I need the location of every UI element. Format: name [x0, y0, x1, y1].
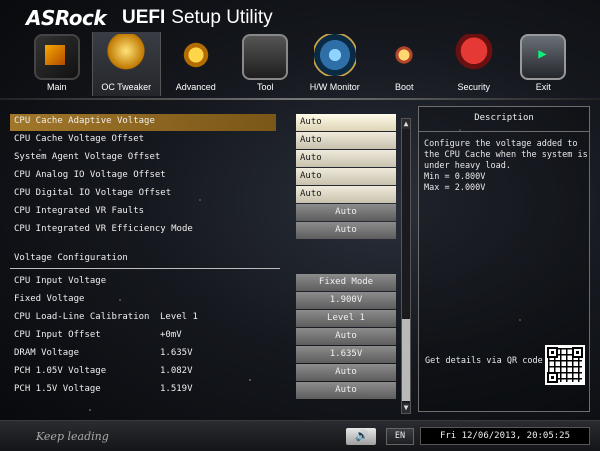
exit-door-icon: [520, 34, 567, 80]
tab-advanced-label: Advanced: [175, 82, 216, 92]
setting-row-cpu-load-line-calibration[interactable]: CPU Load-Line Calibration Level 1 Level …: [10, 310, 398, 327]
tab-boot-label: Boot: [394, 82, 414, 92]
setting-row-cpu-digital-io-voltage-offset[interactable]: CPU Digital IO Voltage Offset Auto: [10, 186, 398, 203]
setting-value-button[interactable]: 1.900V: [296, 292, 396, 309]
qr-finder-top-left: [547, 347, 558, 358]
speaker-icon: 🔊: [355, 429, 369, 442]
setting-value-field[interactable]: Auto: [296, 150, 396, 167]
main-icon: [33, 34, 80, 80]
section-underline: [10, 268, 280, 269]
tab-exit[interactable]: Exit: [509, 32, 579, 96]
date-time-display: Fri 12/06/2013, 20:05:25: [420, 427, 590, 445]
tab-security-label: Security: [457, 82, 490, 92]
setting-row-cpu-analog-io-voltage-offset[interactable]: CPU Analog IO Voltage Offset Auto: [10, 168, 398, 185]
setting-label: CPU Cache Voltage Offset: [14, 134, 145, 144]
qr-finder-bottom-left: [547, 372, 558, 383]
setting-current: +0mV: [160, 330, 182, 340]
app-title-rest: Setup Utility: [171, 7, 273, 28]
language-button[interactable]: EN: [386, 428, 414, 445]
tab-security[interactable]: Security: [439, 32, 509, 96]
setting-label: System Agent Voltage Offset: [14, 152, 161, 162]
radar-icon: [313, 34, 356, 76]
setting-value-button[interactable]: Level 1: [296, 310, 396, 327]
setting-row-cpu-cache-voltage-offset[interactable]: CPU Cache Voltage Offset Auto: [10, 132, 398, 149]
tab-tool[interactable]: Tool: [231, 32, 301, 96]
asrock-logo: ASRock: [26, 6, 107, 30]
setting-row-cpu-input-voltage[interactable]: CPU Input Voltage Fixed Mode: [10, 274, 398, 291]
tab-hw-monitor[interactable]: H/W Monitor: [300, 32, 370, 96]
setting-value-button[interactable]: Auto: [296, 364, 396, 381]
power-switch-icon: [383, 34, 426, 76]
setting-row-pch-1-05v-voltage[interactable]: PCH 1.05V Voltage 1.082V Auto: [10, 364, 398, 381]
tab-boot[interactable]: Boot: [370, 32, 440, 96]
setting-label: CPU Input Voltage: [14, 276, 107, 286]
setting-row-system-agent-voltage-offset[interactable]: System Agent Voltage Offset Auto: [10, 150, 398, 167]
setting-label: Fixed Voltage: [14, 294, 85, 304]
setting-label: DRAM Voltage: [14, 348, 80, 358]
scroll-up-arrow-icon[interactable]: ▲: [402, 119, 410, 129]
tab-hw-monitor-label: H/W Monitor: [309, 82, 360, 92]
setting-value-field[interactable]: Auto: [296, 132, 396, 149]
setting-row-cpu-input-offset[interactable]: CPU Input Offset +0mV Auto: [10, 328, 398, 345]
app-title-uefi: UEFI: [122, 7, 166, 28]
tab-oc-tweaker[interactable]: OC Tweaker: [91, 32, 161, 96]
tab-main[interactable]: Main: [22, 32, 92, 96]
qr-finder-top-right: [572, 347, 583, 358]
setting-value-button[interactable]: Auto: [296, 328, 396, 345]
tab-advanced[interactable]: Advanced: [161, 32, 231, 96]
setting-row-fixed-voltage[interactable]: Fixed Voltage 1.900V: [10, 292, 398, 309]
shield-icon: [452, 34, 495, 76]
description-title: Description: [474, 113, 534, 123]
section-title-voltage-configuration: Voltage Configuration: [14, 253, 128, 263]
setting-value-button[interactable]: 1.635V: [296, 346, 396, 363]
setting-value-field[interactable]: Auto: [296, 186, 396, 203]
tab-exit-label: Exit: [535, 82, 551, 92]
sound-toggle-button[interactable]: 🔊: [346, 428, 376, 445]
setting-label: CPU Digital IO Voltage Offset: [14, 188, 172, 198]
setting-label: CPU Analog IO Voltage Offset: [14, 170, 166, 180]
setting-row-cpu-integrated-vr-efficiency-mode[interactable]: CPU Integrated VR Efficiency Mode Auto: [10, 222, 398, 239]
qr-code-label: Get details via QR code: [425, 356, 543, 366]
setting-value-button[interactable]: Auto: [296, 204, 396, 221]
setting-label: CPU Load-Line Calibration: [14, 312, 150, 322]
qr-code-icon: [545, 345, 585, 385]
setting-label: CPU Cache Adaptive Voltage: [14, 116, 155, 126]
toolbox-icon: [242, 34, 289, 80]
setting-current: 1.635V: [160, 348, 193, 358]
settings-scrollbar[interactable]: ▲ ▼: [401, 118, 411, 414]
setting-current: 1.519V: [160, 384, 193, 394]
tab-main-label: Main: [46, 82, 67, 92]
star-icon: [174, 34, 217, 76]
description-separator: [419, 131, 589, 132]
setting-current: Level 1: [160, 312, 198, 322]
setting-value-field[interactable]: Auto: [296, 114, 396, 131]
settings-list: CPU Cache Adaptive Voltage Auto CPU Cach…: [10, 112, 398, 412]
setting-value-button[interactable]: Auto: [296, 222, 396, 239]
setting-label: CPU Input Offset: [14, 330, 101, 340]
tagline-text: Keep leading: [36, 430, 109, 443]
setting-row-cpu-cache-adaptive-voltage[interactable]: CPU Cache Adaptive Voltage Auto: [10, 114, 398, 131]
app-title: UEFI Setup Utility: [122, 7, 273, 29]
tab-oc-tweaker-label: OC Tweaker: [101, 82, 152, 92]
setting-label: PCH 1.05V Voltage: [14, 366, 107, 376]
menu-divider: [0, 98, 600, 100]
description-text: Configure the voltage added to the CPU C…: [424, 139, 588, 193]
setting-value-button[interactable]: Fixed Mode: [296, 274, 396, 291]
setting-value-button[interactable]: Auto: [296, 382, 396, 399]
footer-bar: Keep leading 🔊 EN Fri 12/06/2013, 20:05:…: [0, 420, 600, 451]
setting-row-cpu-integrated-vr-faults[interactable]: CPU Integrated VR Faults Auto: [10, 204, 398, 221]
rocket-icon: [105, 34, 148, 76]
tab-tool-label: Tool: [256, 82, 274, 92]
setting-current: 1.082V: [160, 366, 193, 376]
scrollbar-thumb[interactable]: [402, 319, 410, 401]
main-menu-tabs: Main OC Tweaker Advanced Tool H/W Monito…: [22, 32, 578, 96]
description-panel: Description Configure the voltage added …: [418, 106, 590, 412]
setting-label: CPU Integrated VR Faults: [14, 206, 145, 216]
setting-row-pch-1-5v-voltage[interactable]: PCH 1.5V Voltage 1.519V Auto: [10, 382, 398, 399]
scroll-down-arrow-icon[interactable]: ▼: [402, 403, 410, 413]
setting-label: PCH 1.5V Voltage: [14, 384, 101, 394]
setting-row-dram-voltage[interactable]: DRAM Voltage 1.635V 1.635V: [10, 346, 398, 363]
setting-value-field[interactable]: Auto: [296, 168, 396, 185]
setting-label: CPU Integrated VR Efficiency Mode: [14, 224, 193, 234]
